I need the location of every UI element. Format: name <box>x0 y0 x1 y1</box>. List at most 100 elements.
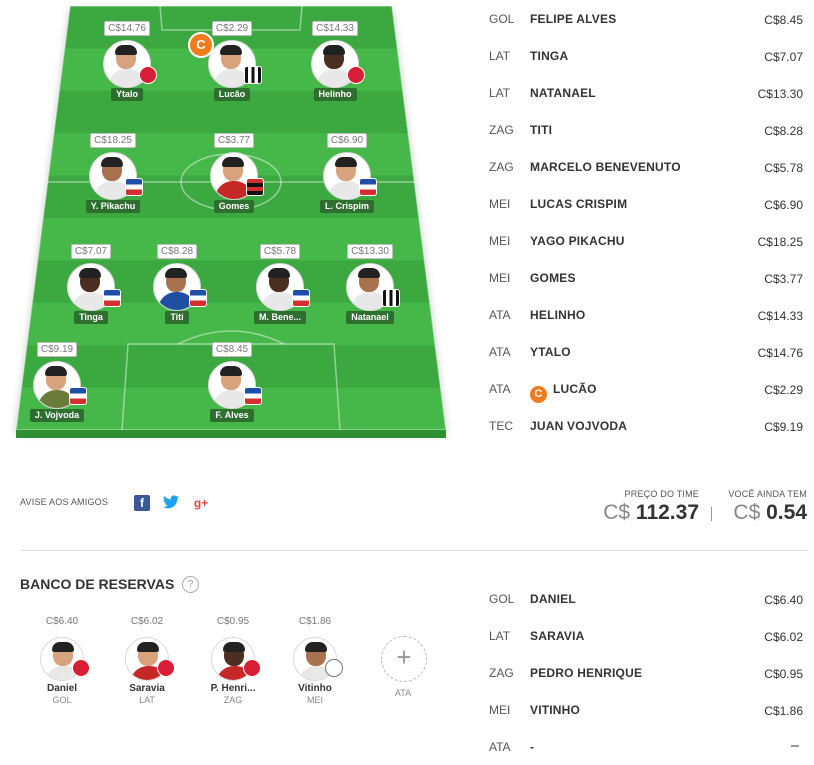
player-avatar[interactable] <box>311 40 365 88</box>
bench-player-price: C$6.40 <box>42 615 82 628</box>
player-avatar[interactable] <box>208 361 262 409</box>
player-avatar[interactable] <box>346 263 400 311</box>
player-price: C$6.90 <box>326 133 368 148</box>
lineup-row[interactable]: ATA HELINHO C$14.33 <box>489 296 803 333</box>
field-player-natanael[interactable]: C$13.30 Natanael <box>325 241 415 329</box>
bench-player-avatar[interactable] <box>40 637 90 681</box>
club-badge-icon <box>325 659 343 677</box>
row-player-name: YTALO <box>530 345 571 359</box>
row-player-name-text: YAGO PIKACHU <box>530 234 625 248</box>
lineup-row[interactable]: GOL FELIPE ALVES C$8.45 <box>489 0 803 37</box>
remaining-budget: VOCÊ AINDA TEM C$ 0.54 <box>707 489 807 525</box>
bench-player-avatar[interactable] <box>211 637 261 681</box>
bench-player-position: LAT <box>139 695 155 705</box>
lineup-row[interactable]: LAT TINGA C$7.07 <box>489 37 803 74</box>
player-name: Natanael <box>346 311 394 324</box>
row-position: MEI <box>489 197 511 211</box>
bench-player-avatar[interactable] <box>125 637 175 681</box>
player-avatar[interactable] <box>67 263 121 311</box>
player-avatar[interactable] <box>323 152 377 200</box>
player-name: M. Bene... <box>253 311 306 324</box>
lineup-row[interactable]: GOL DANIEL C$6.40 <box>489 580 803 617</box>
player-name: Tinga <box>74 311 108 324</box>
lineup-row[interactable]: ATA - <box>489 728 803 765</box>
lineup-row[interactable]: MEI GOMES C$3.77 <box>489 259 803 296</box>
lineup-row[interactable]: MEI LUCAS CRISPIM C$6.90 <box>489 185 803 222</box>
player-price: C$14.76 <box>104 21 150 36</box>
row-player-name-text: MARCELO BENEVENUTO <box>530 160 681 174</box>
row-price: C$18.25 <box>757 235 803 249</box>
bench-player[interactable]: C$0.95 P. Henri... ZAG <box>203 611 263 705</box>
add-reserve-button[interactable]: + <box>381 636 427 682</box>
lineup-row[interactable]: ATA C LUCÃO C$2.29 <box>489 370 803 407</box>
field-player-mbene[interactable]: C$5.78 M. Bene... <box>235 241 325 329</box>
club-badge-icon <box>359 178 377 196</box>
bench-player-name: Saravia <box>129 683 165 694</box>
row-position: ATA <box>489 308 511 322</box>
bench-player[interactable]: C$6.02 Saravia LAT <box>117 611 177 705</box>
bench-player[interactable]: C$6.40 Daniel GOL <box>32 611 92 705</box>
lineup-row[interactable]: MEI VITINHO C$1.86 <box>489 691 803 728</box>
field-player-lucao[interactable]: C$2.29 C Lucão <box>187 18 277 106</box>
twitter-icon[interactable] <box>163 495 179 511</box>
field-player-ytalo[interactable]: C$14.76 Ytalo <box>82 18 172 106</box>
lineup-row[interactable]: ZAG MARCELO BENEVENUTO C$5.78 <box>489 148 803 185</box>
field-player-lcrispim[interactable]: C$6.90 L. Crispim <box>302 130 392 218</box>
club-badge-icon <box>347 66 365 84</box>
lineup-row[interactable]: ZAG TITI C$8.28 <box>489 111 803 148</box>
row-player-name: TINGA <box>530 49 568 63</box>
field: C$14.76 Ytalo C$2.29 C Lucão C$14.33 Helinho C$… <box>0 0 460 450</box>
bench-player-name: Vitinho <box>298 683 332 694</box>
club-badge-icon <box>103 289 121 307</box>
club-badge-icon <box>69 387 87 405</box>
field-player-falves[interactable]: C$8.45 F. Alves <box>187 339 277 427</box>
field-player-gomes[interactable]: C$3.77 Gomes <box>189 130 279 218</box>
row-position: MEI <box>489 234 511 248</box>
player-name: Y. Pikachu <box>85 200 141 213</box>
field-player-helinho[interactable]: C$14.33 Helinho <box>290 18 380 106</box>
player-avatar[interactable] <box>256 263 310 311</box>
row-price: C$5.78 <box>764 161 803 175</box>
lineup-row[interactable]: ZAG PEDRO HENRIQUE C$0.95 <box>489 654 803 691</box>
bench-player-name: Daniel <box>46 683 77 694</box>
lineup-row[interactable]: MEI YAGO PIKACHU C$18.25 <box>489 222 803 259</box>
row-position: TEC <box>489 419 513 433</box>
lineup-row[interactable]: LAT NATANAEL C$13.30 <box>489 74 803 111</box>
field-player-ypikachu[interactable]: C$18.25 Y. Pikachu <box>68 130 158 218</box>
row-position: LAT <box>489 49 511 63</box>
player-avatar[interactable] <box>210 152 264 200</box>
player-avatar[interactable] <box>89 152 143 200</box>
row-player-name: JUAN VOJVODA <box>530 419 627 433</box>
bench-player-position: GOL <box>52 695 72 705</box>
player-avatar[interactable] <box>33 361 87 409</box>
row-position: MEI <box>489 703 511 717</box>
bench-title: BANCO DE RESERVAS <box>20 576 175 592</box>
captain-icon[interactable]: C <box>188 32 214 58</box>
lineup-row[interactable]: LAT SARAVIA C$6.02 <box>489 617 803 654</box>
player-price: C$3.77 <box>213 133 255 148</box>
player-name: J. Vojvoda <box>29 409 85 422</box>
help-icon[interactable]: ? <box>182 576 199 593</box>
facebook-icon[interactable]: f <box>134 495 150 511</box>
row-player-name-text: GOMES <box>530 271 576 285</box>
section-divider <box>20 550 807 551</box>
player-avatar[interactable] <box>153 263 207 311</box>
lineup-row[interactable]: ATA YTALO C$14.76 <box>489 333 803 370</box>
player-avatar[interactable] <box>103 40 157 88</box>
field-player-tinga[interactable]: C$7.07 Tinga <box>46 241 136 329</box>
share-label: AVISE AOS AMIGOS <box>20 497 109 507</box>
google-plus-icon[interactable]: g+ <box>193 495 209 511</box>
player-price: C$9.19 <box>36 342 78 357</box>
player-avatar[interactable]: C <box>188 32 262 88</box>
player-name: L. Crispim <box>319 200 374 213</box>
row-player-name: TITI <box>530 123 552 137</box>
field-player-titi[interactable]: C$8.28 Titi <box>132 241 222 329</box>
player-price: C$8.45 <box>211 342 253 357</box>
player-price: C$7.07 <box>70 244 112 259</box>
player-name: Helinho <box>313 88 357 101</box>
bench-player-avatar[interactable] <box>293 637 343 681</box>
field-player-vojvoda[interactable]: C$9.19 J. Vojvoda <box>12 339 102 427</box>
row-player-name-text: SARAVIA <box>530 629 585 643</box>
bench-player[interactable]: C$1.86 Vitinho MEI <box>285 611 345 705</box>
lineup-row[interactable]: TEC JUAN VOJVODA C$9.19 <box>489 407 803 444</box>
